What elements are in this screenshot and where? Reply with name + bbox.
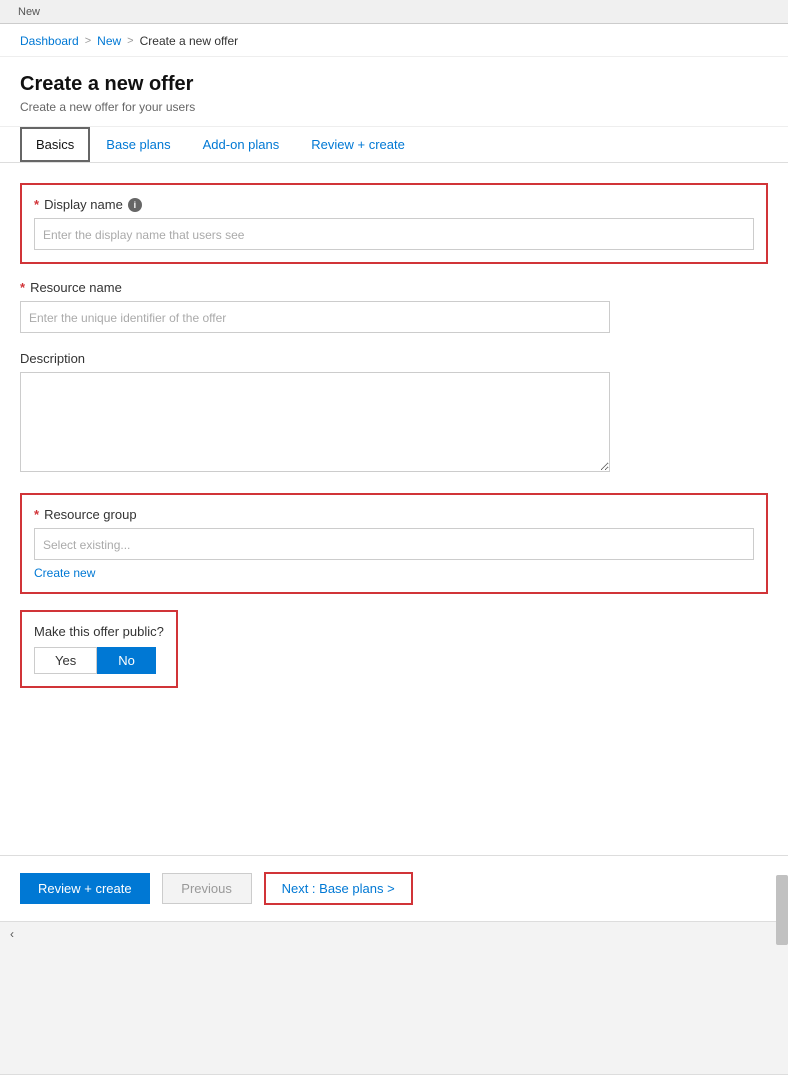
public-offer-label: Make this offer public? <box>34 624 164 639</box>
tab-add-on-plans[interactable]: Add-on plans <box>187 127 296 162</box>
form-content: * Display name i * Resource name Descrip… <box>0 163 788 724</box>
tab-review-create[interactable]: Review + create <box>295 127 421 162</box>
page-title: Create a new offer <box>20 73 768 96</box>
public-offer-section: Make this offer public? Yes No <box>20 610 178 688</box>
breadcrumb-current: Create a new offer <box>140 34 239 48</box>
public-offer-no-button[interactable]: No <box>97 647 156 674</box>
footer-bar: Review + create Previous Next : Base pla… <box>0 855 788 921</box>
breadcrumb-sep-2: > <box>127 35 133 47</box>
tab-label: New <box>10 6 48 18</box>
resource-group-input[interactable] <box>34 528 754 560</box>
display-name-input[interactable] <box>34 218 754 250</box>
resource-name-input[interactable] <box>20 301 610 333</box>
page-header: Create a new offer Create a new offer fo… <box>0 57 788 127</box>
display-name-required: * <box>34 197 39 212</box>
next-button[interactable]: Next : Base plans > <box>264 872 413 905</box>
resource-name-label-text: Resource name <box>30 280 122 295</box>
public-offer-yes-button[interactable]: Yes <box>34 647 97 674</box>
browser-tab-bar: New <box>0 0 788 24</box>
tab-navigation: Basics Base plans Add-on plans Review + … <box>0 127 788 163</box>
tab-base-plans[interactable]: Base plans <box>90 127 186 162</box>
page-subtitle: Create a new offer for your users <box>20 100 768 114</box>
display-name-info-icon[interactable]: i <box>128 198 142 212</box>
review-create-button[interactable]: Review + create <box>20 873 150 904</box>
display-name-label-text: Display name <box>44 197 123 212</box>
resource-group-label-text: Resource group <box>44 507 137 522</box>
description-section: Description <box>20 351 768 475</box>
breadcrumb-sep-1: > <box>85 35 91 47</box>
resource-group-required: * <box>34 507 39 522</box>
back-arrow-icon[interactable]: ‹ <box>10 927 14 941</box>
resource-name-label: * Resource name <box>20 280 768 295</box>
description-label: Description <box>20 351 768 366</box>
breadcrumb-dashboard[interactable]: Dashboard <box>20 34 79 48</box>
display-name-section: * Display name i <box>20 183 768 264</box>
description-label-text: Description <box>20 351 85 366</box>
create-new-link[interactable]: Create new <box>34 566 95 580</box>
tab-basics[interactable]: Basics <box>20 127 90 162</box>
scrollbar[interactable] <box>776 875 788 945</box>
main-content: Dashboard > New > Create a new offer Cre… <box>0 24 788 894</box>
resource-group-section: * Resource group Create new <box>20 493 768 594</box>
description-textarea[interactable] <box>20 372 610 472</box>
resource-group-label: * Resource group <box>34 507 754 522</box>
breadcrumb: Dashboard > New > Create a new offer <box>0 24 788 57</box>
resource-name-required: * <box>20 280 25 295</box>
breadcrumb-new[interactable]: New <box>97 34 121 48</box>
resource-name-section: * Resource name <box>20 280 768 333</box>
public-offer-toggles: Yes No <box>34 647 164 674</box>
previous-button: Previous <box>162 873 252 904</box>
display-name-label: * Display name i <box>34 197 754 212</box>
bottom-bar: ‹ <box>0 921 788 945</box>
